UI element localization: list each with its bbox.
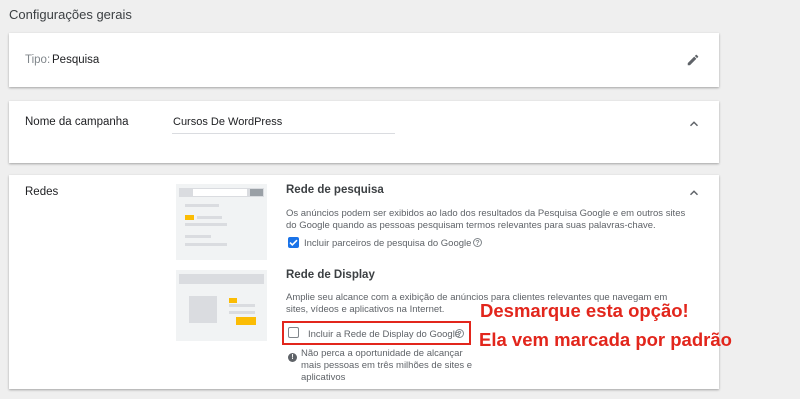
- chevron-up-icon[interactable]: [687, 186, 701, 200]
- campaign-type-card[interactable]: Tipo: Pesquisa: [9, 33, 719, 87]
- chevron-up-icon[interactable]: [687, 117, 701, 131]
- campaign-name-card: Nome da campanha Cursos De WordPress: [9, 101, 719, 163]
- campaign-name-label: Nome da campanha: [25, 116, 129, 128]
- display-network-illustration: [176, 270, 267, 341]
- display-network-note: Não perca a oportunidade de alcançar mai…: [301, 348, 473, 383]
- networks-card: Redes Rede de pesquisa Os anúncios podem…: [9, 175, 719, 389]
- campaign-name-input[interactable]: Cursos De WordPress: [172, 115, 395, 134]
- highlight-box: [282, 321, 471, 345]
- info-icon: !: [288, 353, 297, 362]
- type-label: Tipo:: [25, 54, 51, 66]
- search-partners-checkbox[interactable]: [288, 237, 299, 248]
- annotation-line-2: Ela vem marcada por padrão: [479, 329, 732, 350]
- help-icon[interactable]: ?: [473, 238, 482, 247]
- type-value: Pesquisa: [52, 54, 100, 66]
- search-network-illustration: [176, 184, 267, 260]
- annotation-line-1: Desmarque esta opção!: [480, 300, 689, 321]
- networks-label: Redes: [25, 186, 59, 198]
- edit-pencil-icon[interactable]: [686, 53, 700, 67]
- check-icon: [289, 239, 298, 247]
- search-partners-label: Incluir parceiros de pesquisa do Google: [304, 238, 472, 249]
- search-network-description: Os anúncios podem ser exibidos ao lado d…: [286, 208, 686, 231]
- page-title: Configurações gerais: [9, 7, 132, 22]
- search-network-title: Rede de pesquisa: [286, 184, 384, 196]
- display-network-title: Rede de Display: [286, 269, 375, 281]
